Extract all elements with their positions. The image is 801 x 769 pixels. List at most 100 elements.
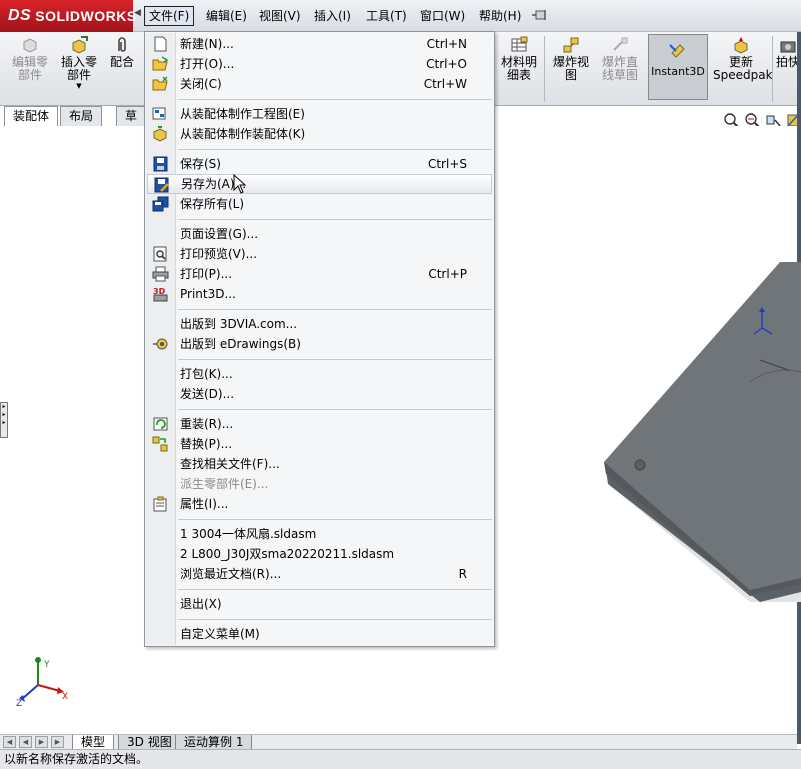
menu-item-shortcut: R xyxy=(458,567,467,581)
menu-separator xyxy=(178,619,492,620)
coordinate-triad-icon: Y X Z xyxy=(16,657,68,707)
first-tab-icon[interactable]: ◀ xyxy=(3,736,16,748)
tab-assembly[interactable]: 装配体 xyxy=(4,106,59,126)
origin-triad-icon xyxy=(753,307,773,335)
menu-item-label: 页面设置(G)... xyxy=(180,227,259,241)
menu-tools[interactable]: 工具(T) xyxy=(362,6,411,26)
prev-tab-icon[interactable]: ◀ xyxy=(19,736,32,748)
tab-model[interactable]: 模型 xyxy=(72,735,115,750)
tab-3d-view[interactable]: 3D 视图 xyxy=(118,735,181,750)
insert-component-icon xyxy=(72,36,88,54)
logo-text: SOLIDWORKS xyxy=(35,8,137,24)
make-assembly-icon xyxy=(153,126,167,142)
mate-button[interactable]: 配合 xyxy=(106,36,138,69)
feature-tree-expand-handle[interactable]: ▸ ▸ ▸ xyxy=(0,402,8,438)
menu-item-find-references[interactable]: 查找相关文件(F)... xyxy=(147,454,492,474)
menu-item-recent-2[interactable]: 2 L800_J30J双sma20220211.sldasm xyxy=(147,544,492,564)
previous-view-icon[interactable] xyxy=(766,115,781,127)
menu-item-shortcut: Ctrl+O xyxy=(426,57,467,71)
menu-item-page-setup[interactable]: 页面设置(G)... xyxy=(147,224,492,244)
menu-item-label: Print3D... xyxy=(180,287,236,301)
save-all-icon xyxy=(152,196,169,212)
save-icon xyxy=(153,156,168,172)
edit-component-label: 编辑零 部件 xyxy=(11,55,48,82)
new-document-icon xyxy=(154,36,167,52)
menu-item-make-assembly[interactable]: 从装配体制作装配体(K) xyxy=(147,124,492,144)
menu-item-label: 发送(D)... xyxy=(180,387,235,401)
speedpak-icon xyxy=(734,37,748,54)
menu-item-pack-and-go[interactable]: 打包(K)... xyxy=(147,364,492,384)
svg-text:Z: Z xyxy=(16,699,22,707)
menu-item-label: 重装(R)... xyxy=(180,417,234,431)
tab-layout[interactable]: 布局 xyxy=(60,106,103,126)
menu-item-print3d[interactable]: 3D Print3D... xyxy=(147,284,492,304)
explode-line-sketch-button[interactable]: 爆炸直 线草图 xyxy=(598,36,642,82)
mouse-pointer-icon xyxy=(233,174,247,194)
insert-component-label: 插入零 部件 xyxy=(60,55,97,82)
menu-separator xyxy=(178,409,492,410)
menu-item-print-preview[interactable]: 打印预览(V)... xyxy=(147,244,492,264)
svg-text:X: X xyxy=(62,692,68,702)
menu-item-publish-edrawings[interactable]: 出版到 eDrawings(B) xyxy=(147,334,492,354)
menu-collapse-arrow-icon[interactable]: ◀ xyxy=(134,8,141,18)
update-speedpak-button[interactable]: 更新 Speedpak xyxy=(713,36,773,82)
menu-item-shortcut: Ctrl+N xyxy=(426,37,467,51)
menu-item-close[interactable]: 关闭(C) Ctrl+W xyxy=(147,74,492,94)
pin-icon[interactable] xyxy=(531,8,549,22)
menu-item-customize-menu[interactable]: 自定义菜单(M) xyxy=(147,624,492,644)
toolbar-separator xyxy=(772,36,773,102)
menu-item-label: 派生零部件(E)... xyxy=(180,477,269,491)
menu-item-save[interactable]: 保存(S) Ctrl+S xyxy=(147,154,492,174)
menu-insert[interactable]: 插入(I) xyxy=(310,6,355,26)
make-drawing-icon xyxy=(152,107,166,120)
menu-item-label: 出版到 3DVIA.com... xyxy=(180,317,298,331)
menu-item-new[interactable]: 新建(N)... Ctrl+N xyxy=(147,34,492,54)
tab-sketch[interactable]: 草 xyxy=(116,106,147,126)
menu-item-replace[interactable]: 替换(P)... xyxy=(147,434,492,454)
menu-edit[interactable]: 编辑(E) xyxy=(202,6,251,26)
menu-item-properties[interactable]: 属性(I)... xyxy=(147,494,492,514)
menu-item-send[interactable]: 发送(D)... xyxy=(147,384,492,404)
exploded-view-button[interactable]: 爆炸视 图 xyxy=(549,36,593,82)
menu-window[interactable]: 窗口(W) xyxy=(416,6,469,26)
menu-separator xyxy=(178,519,492,520)
menu-item-save-all[interactable]: 保存所有(L) xyxy=(147,194,492,214)
menu-item-shortcut: Ctrl+P xyxy=(428,267,467,281)
solidworks-logo[interactable]: DS SOLIDWORKS xyxy=(0,0,137,32)
insert-dropdown-arrow-icon[interactable]: ▼ xyxy=(56,82,102,90)
menu-item-save-as[interactable]: 另存为(A)... xyxy=(147,174,492,194)
bom-button[interactable]: 材料明 细表 xyxy=(497,36,541,82)
instant3d-button[interactable]: Instant3D xyxy=(648,34,708,100)
menu-item-browse-recent[interactable]: 浏览最近文档(R)... R xyxy=(147,564,492,584)
menu-item-exit[interactable]: 退出(X) xyxy=(147,594,492,614)
tab-motion-study[interactable]: 运动算例 1 xyxy=(175,735,253,750)
next-tab-icon[interactable]: ▶ xyxy=(35,736,48,748)
toolbar-separator xyxy=(544,36,545,102)
menu-item-publish-3dvia[interactable]: 出版到 3DVIA.com... xyxy=(147,314,492,334)
menu-help[interactable]: 帮助(H) xyxy=(475,6,525,26)
menu-item-make-drawing[interactable]: 从装配体制作工程图(E) xyxy=(147,104,492,124)
menu-separator xyxy=(178,219,492,220)
menu-item-reload[interactable]: 重装(R)... xyxy=(147,414,492,434)
svg-text:Y: Y xyxy=(43,660,50,670)
menu-item-derive-component[interactable]: 派生零部件(E)... xyxy=(147,474,492,494)
menu-bar: DS SOLIDWORKS ◀ 文件(F) 编辑(E) 视图(V) 插入(I) … xyxy=(0,0,801,32)
menu-item-label: 替换(P)... xyxy=(180,437,233,451)
menu-view[interactable]: 视图(V) xyxy=(255,6,305,26)
menu-item-label: 从装配体制作工程图(E) xyxy=(180,107,305,121)
menu-item-open[interactable]: 打开(O)... Ctrl+O xyxy=(147,54,492,74)
last-tab-icon[interactable]: ▶ xyxy=(51,736,64,748)
edit-component-button[interactable]: 编辑零 部件 xyxy=(8,36,52,82)
menu-item-label: 从装配体制作装配体(K) xyxy=(180,127,306,141)
menu-item-label: 新建(N)... xyxy=(180,37,234,51)
menu-item-label: 退出(X) xyxy=(180,597,222,611)
menu-item-recent-1[interactable]: 1 3004一体风扇.sldasm xyxy=(147,524,492,544)
menu-file[interactable]: 文件(F) xyxy=(144,6,195,26)
menu-item-label: 保存所有(L) xyxy=(180,197,245,211)
menu-item-label: 自定义菜单(M) xyxy=(180,627,260,641)
ds-logo-mark: DS xyxy=(8,7,32,24)
menu-separator xyxy=(178,359,492,360)
insert-component-button[interactable]: 插入零 部件 ▼ xyxy=(56,36,102,90)
file-menu-dropdown: 新建(N)... Ctrl+N 打开(O)... Ctrl+O 关闭(C) Ct… xyxy=(144,31,495,647)
menu-item-print[interactable]: 打印(P)... Ctrl+P xyxy=(147,264,492,284)
